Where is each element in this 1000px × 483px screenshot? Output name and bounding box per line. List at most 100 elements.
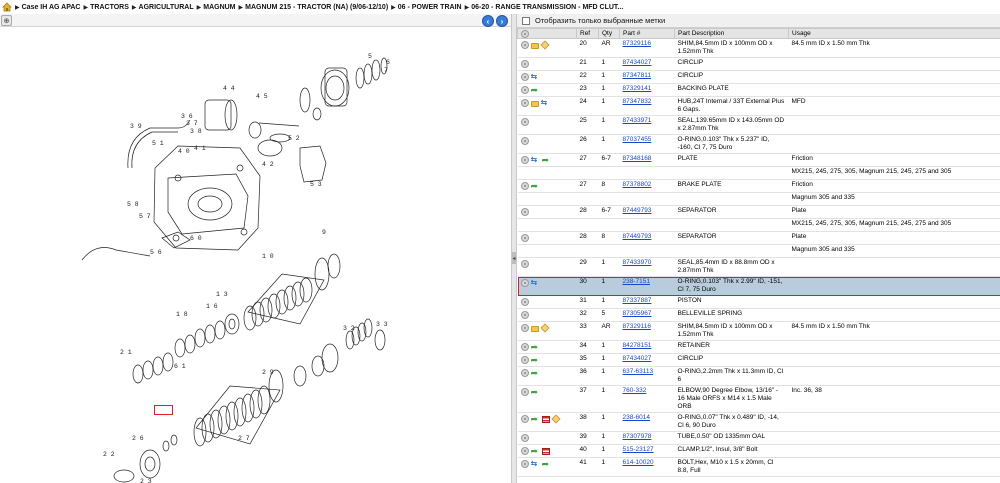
callout-label[interactable]: 5 7 xyxy=(139,213,151,220)
table-row[interactable]: ⇆ 24 1 87347832 HUB,24T Internal / 33T Exter… xyxy=(517,96,1000,116)
part-number-link[interactable]: 87329141 xyxy=(623,85,652,92)
table-row[interactable]: 21 1 87434027 CIRCLIP xyxy=(517,57,1000,71)
table-row[interactable]: ➦ 23 1 87329141 BACKING PLATE xyxy=(517,83,1000,97)
callout-label[interactable]: 4 1 xyxy=(194,145,206,152)
gear-icon[interactable] xyxy=(520,356,529,364)
column-header-part-number[interactable]: Part # xyxy=(619,28,675,39)
table-row[interactable]: ➦ 36 1 637-63113 O-RING,2.2mm Thk x 11.3mm I… xyxy=(517,366,1000,386)
callout-label[interactable]: 5 2 xyxy=(288,135,300,142)
gear-icon[interactable] xyxy=(520,324,529,332)
show-selected-only-checkbox[interactable] xyxy=(522,16,530,25)
table-row[interactable]: Magnum 305 and 335 xyxy=(517,192,1000,206)
callout-label[interactable]: 3 2 xyxy=(343,325,355,332)
breadcrumb-item[interactable]: TRACTORS xyxy=(90,4,129,11)
arrow-icon[interactable]: ➦ xyxy=(531,369,540,378)
gear-icon[interactable] xyxy=(520,234,529,242)
column-header-qty[interactable]: Qty xyxy=(598,28,620,39)
flag-icon[interactable] xyxy=(541,415,550,423)
gear-icon[interactable] xyxy=(520,182,529,190)
swap-icon[interactable]: ⇆ xyxy=(531,73,540,81)
column-header-icons[interactable] xyxy=(517,28,577,39)
callout-label[interactable]: 3 8 xyxy=(190,128,202,135)
callout-label[interactable]: 5 8 xyxy=(127,201,139,208)
collapse-arrow-icon[interactable]: ◂ xyxy=(512,252,516,264)
part-number-link[interactable]: 238-7151 xyxy=(623,278,650,285)
box-icon[interactable] xyxy=(550,414,561,424)
part-number-link[interactable]: 614-10020 xyxy=(623,459,654,466)
callout-label[interactable]: 3 3 xyxy=(376,321,388,328)
gear-icon[interactable] xyxy=(520,343,529,351)
table-row[interactable]: Magnum 305 and 335 xyxy=(517,244,1000,258)
part-number-link[interactable]: 637-63113 xyxy=(623,368,654,375)
callout-label[interactable]: 4 5 xyxy=(256,93,268,100)
breadcrumb-item[interactable]: 06 - POWER TRAIN xyxy=(398,4,462,11)
part-number-link[interactable]: 760-332 xyxy=(623,387,647,394)
table-row[interactable]: ➦ 34 1 84278151 RETAINER xyxy=(517,340,1000,354)
callout-label[interactable]: 4 0 xyxy=(178,148,190,155)
arrow-icon[interactable]: ➦ xyxy=(542,460,551,469)
callout-label[interactable]: 3 6 xyxy=(181,113,193,120)
folder-icon[interactable] xyxy=(530,42,539,49)
home-icon[interactable] xyxy=(2,2,12,12)
callout-label[interactable]: 7 xyxy=(384,67,388,74)
table-row[interactable]: 29 1 87433970 SEAL,85.4mm ID x 88.8mm OD x … xyxy=(517,257,1000,277)
column-header-description[interactable]: Part Description xyxy=(674,28,789,39)
callout-label[interactable]: 3 7 xyxy=(186,120,198,127)
swap-icon[interactable]: ⇆ xyxy=(541,99,550,107)
callout-label[interactable]: 2 9 xyxy=(262,369,274,376)
callout-label[interactable]: 4 2 xyxy=(262,161,274,168)
part-number-link[interactable]: 87449793 xyxy=(623,233,652,240)
settings-gear-icon[interactable] xyxy=(521,29,529,38)
gear-icon[interactable] xyxy=(520,73,529,81)
callout-label[interactable]: 1 3 xyxy=(216,291,228,298)
table-row-selected[interactable]: ⇆ 30 1 238-7151 O-RING,0.103" Thk x 2.99" ID… xyxy=(517,276,1000,296)
gear-icon[interactable] xyxy=(520,311,529,319)
gear-icon[interactable] xyxy=(520,260,529,268)
breadcrumb-item[interactable]: Case IH AG APAC xyxy=(22,4,81,11)
part-number-link[interactable]: 87434027 xyxy=(623,59,652,66)
part-number-link[interactable]: 87329116 xyxy=(623,323,651,330)
breadcrumb-item[interactable]: MAGNUM xyxy=(203,4,235,11)
callout-label[interactable]: 6 xyxy=(386,59,390,66)
gear-icon[interactable] xyxy=(520,99,529,107)
gear-icon[interactable] xyxy=(520,137,529,145)
table-row[interactable]: 26 1 87037455 O-RING,0.103" Thk x 5.237" ID… xyxy=(517,134,1000,154)
part-number-link[interactable]: 87037455 xyxy=(623,136,652,143)
gear-icon[interactable] xyxy=(520,208,529,216)
table-row[interactable]: 39 1 87307978 TUBE,0.50" OD 1335mm OAL xyxy=(517,431,1000,445)
table-row[interactable]: MX215, 245, 275, 305, Magnum 215, 245, 2… xyxy=(517,218,1000,232)
table-row[interactable]: 28 6-7 87449793 SEPARATOR Plate xyxy=(517,205,1000,219)
callout-label[interactable]: 9 xyxy=(322,229,326,236)
swap-icon[interactable]: ⇆ xyxy=(531,156,540,164)
gear-icon[interactable] xyxy=(520,369,529,377)
part-number-link[interactable]: 87378802 xyxy=(623,181,652,188)
gear-icon[interactable] xyxy=(520,447,529,455)
table-row[interactable]: ➦ 35 1 87434027 CIRCLIP xyxy=(517,353,1000,367)
table-row[interactable]: ⇆ ➦ 27 6-7 87348168 PLATE Friction xyxy=(517,153,1000,167)
callout-label[interactable]: 1 8 xyxy=(176,311,188,318)
arrow-icon[interactable]: ➦ xyxy=(531,388,540,397)
folder-icon[interactable] xyxy=(530,100,539,107)
gear-icon[interactable] xyxy=(520,118,529,126)
callout-label[interactable]: 6 0 xyxy=(190,235,202,242)
callout-label[interactable]: 6 1 xyxy=(174,363,186,370)
flag-icon[interactable] xyxy=(541,447,550,455)
table-row[interactable]: ⇆ ➦ 41 1 614-10020 BOLT,Hex, M10 x 1.5 x 20mm… xyxy=(517,457,1000,477)
arrow-icon[interactable]: ➦ xyxy=(542,156,551,165)
part-number-link[interactable]: 87348168 xyxy=(623,155,652,162)
gear-icon[interactable] xyxy=(520,434,529,442)
breadcrumb-item[interactable]: MAGNUM 215 - TRACTOR (NA) (9/06-12/10) xyxy=(245,4,388,11)
part-number-link[interactable]: 87337887 xyxy=(623,297,652,304)
box-icon[interactable] xyxy=(539,323,550,333)
arrow-icon[interactable]: ➦ xyxy=(531,86,540,95)
callout-label[interactable]: 5 3 xyxy=(310,181,322,188)
table-row[interactable]: ➦ 27 8 87378802 BRAKE PLATE Friction xyxy=(517,179,1000,193)
table-row[interactable]: 25 1 87433971 SEAL,139.65mm ID x 143.05mm O… xyxy=(517,115,1000,135)
part-number-link[interactable]: 87433971 xyxy=(623,117,652,124)
part-number-link[interactable]: 87347811 xyxy=(623,72,651,79)
part-number-link[interactable]: 84278151 xyxy=(623,342,652,349)
previous-diagram-button[interactable]: ‹ xyxy=(482,15,494,27)
arrow-icon[interactable]: ➦ xyxy=(531,447,540,456)
callout-label[interactable]: 3 9 xyxy=(130,123,142,130)
gear-icon[interactable] xyxy=(520,60,529,68)
